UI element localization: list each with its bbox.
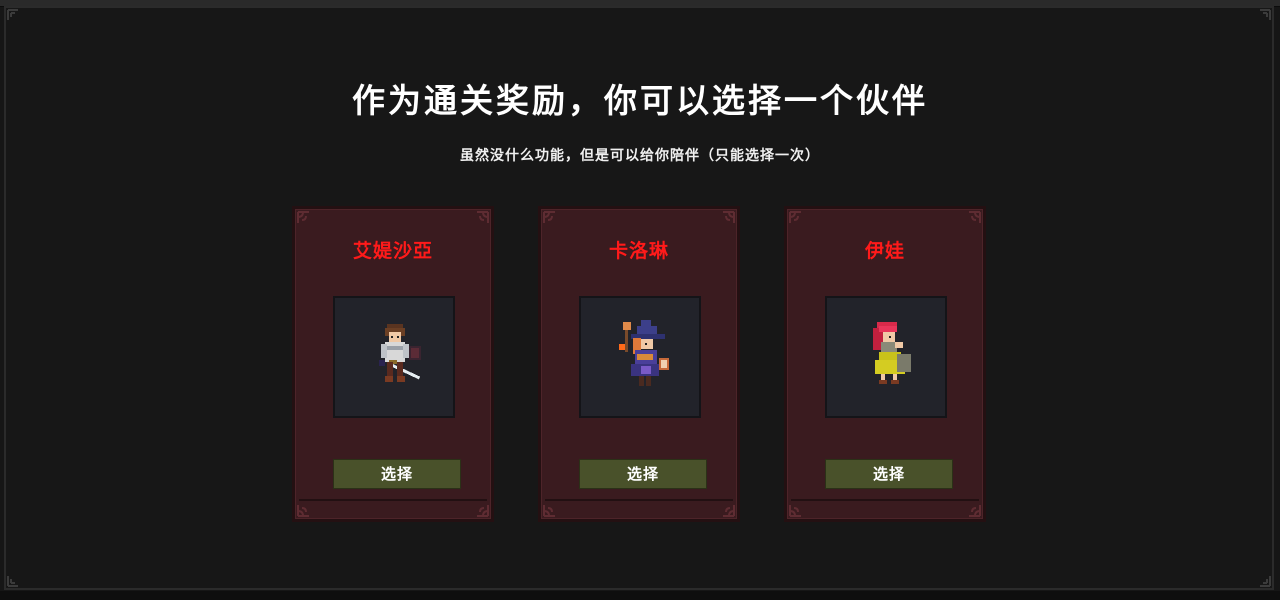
select-button[interactable]: 选择 (579, 459, 707, 489)
card-corner-ornament-icon (713, 209, 737, 233)
select-button[interactable]: 选择 (333, 459, 461, 489)
companion-name: 卡洛琳 (608, 240, 669, 262)
companion-name: 伊娃 (864, 240, 905, 262)
companion-card-1: 艾媞沙亞 选择 (292, 206, 494, 522)
companion-card-2: 卡洛琳 选择 (538, 206, 740, 522)
card-corner-ornament-icon (787, 209, 811, 233)
page-title: 作为通关奖励，你可以选择一个伙伴 (352, 81, 928, 120)
witch-sprite-icon (619, 320, 669, 386)
page-subtitle: 虽然没什么功能，但是可以给你陪伴（只能选择一次） (460, 148, 820, 164)
companion-portrait (825, 296, 947, 418)
companion-portrait (333, 296, 455, 418)
card-divider (545, 499, 733, 501)
card-corner-ornament-icon (295, 209, 319, 233)
card-divider (791, 499, 979, 501)
companion-name: 艾媞沙亞 (352, 240, 433, 262)
frame-corner-ornament-icon (6, 8, 24, 26)
companion-card-3: 伊娃 选择 (784, 206, 986, 522)
select-button[interactable]: 选择 (825, 459, 953, 489)
bottom-strip (0, 591, 1280, 600)
swordsman-sprite-icon (379, 324, 421, 382)
card-corner-ornament-icon (959, 209, 983, 233)
card-divider (299, 499, 487, 501)
companion-portrait (579, 296, 701, 418)
red-haired-girl-sprite-icon (873, 322, 911, 384)
card-corner-ornament-icon (541, 209, 565, 233)
game-screen: 作为通关奖励，你可以选择一个伙伴 虽然没什么功能，但是可以给你陪伴（只能选择一次… (0, 0, 1280, 600)
frame-corner-ornament-icon (6, 570, 24, 588)
frame-corner-ornament-icon (1254, 8, 1272, 26)
frame-corner-ornament-icon (1254, 570, 1272, 588)
card-corner-ornament-icon (467, 209, 491, 233)
